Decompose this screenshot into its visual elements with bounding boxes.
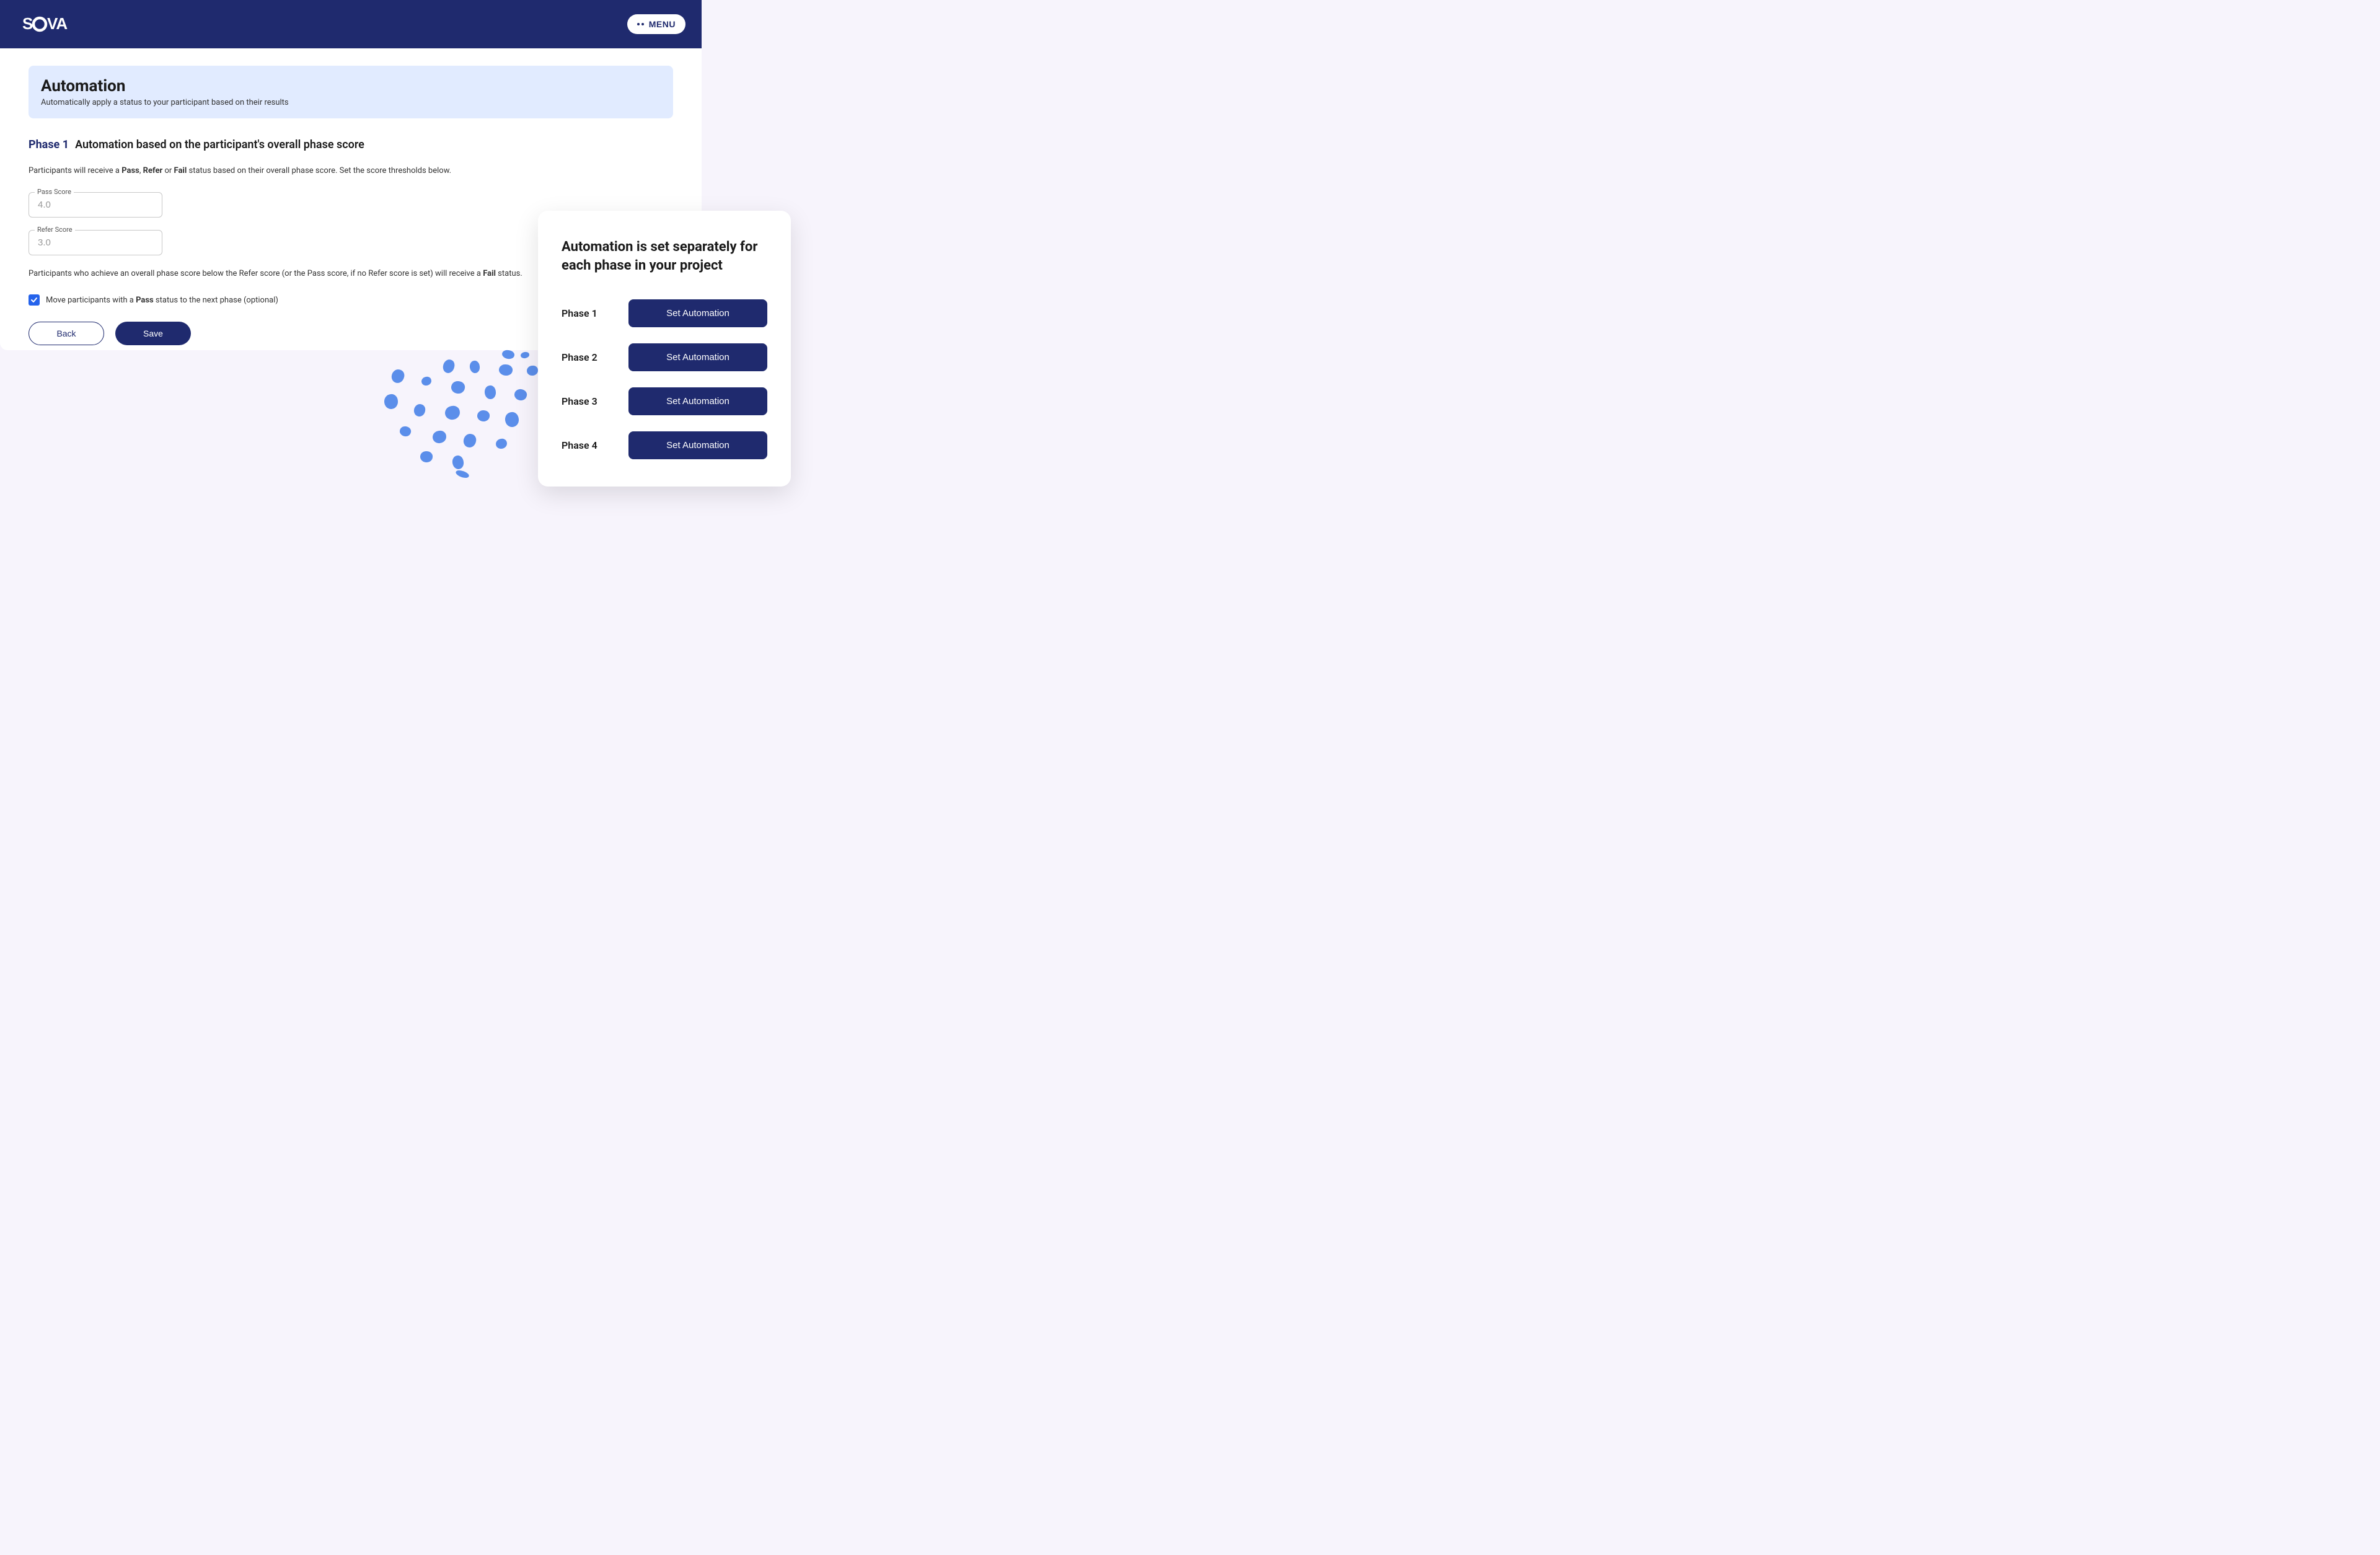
svg-text:VA: VA — [47, 15, 68, 33]
phase-row: Phase 4 Set Automation — [562, 431, 767, 459]
phase-row-label: Phase 2 — [562, 351, 597, 363]
page-title: Automation — [41, 77, 661, 95]
set-automation-button[interactable]: Set Automation — [628, 343, 767, 371]
move-participants-label: Move participants with a Pass status to … — [46, 296, 278, 305]
set-automation-button[interactable]: Set Automation — [628, 387, 767, 415]
set-automation-button[interactable]: Set Automation — [628, 431, 767, 459]
set-automation-button[interactable]: Set Automation — [628, 299, 767, 327]
card-heading: Automation is set separately for each ph… — [562, 238, 767, 275]
page-banner: Automation Automatically apply a status … — [29, 66, 673, 118]
phase-row-label: Phase 3 — [562, 395, 597, 407]
move-participants-checkbox[interactable] — [29, 294, 40, 306]
pass-score-label: Pass Score — [35, 188, 74, 196]
back-button[interactable]: Back — [29, 322, 104, 345]
pass-score-input[interactable] — [29, 192, 162, 218]
logo: S VA — [22, 15, 86, 33]
menu-button[interactable]: MENU — [627, 14, 685, 34]
section-heading: Phase 1 Automation based on the participa… — [29, 138, 673, 151]
phase-row: Phase 1 Set Automation — [562, 299, 767, 327]
menu-dots-icon — [637, 23, 644, 25]
refer-score-label: Refer Score — [35, 226, 75, 234]
intro-text: Participants will receive a Pass, Refer … — [29, 165, 673, 177]
refer-score-field: Refer Score — [29, 230, 162, 255]
decorative-blobs — [366, 347, 552, 496]
page-container: S VA MENU Automation Automatically apply… — [0, 0, 818, 528]
phase-row-label: Phase 4 — [562, 439, 597, 451]
page-subtitle: Automatically apply a status to your par… — [41, 98, 661, 107]
phase-label: Phase 1 — [29, 138, 69, 151]
logo-icon: S VA — [22, 15, 86, 33]
menu-label: MENU — [649, 19, 676, 29]
section-title-text: Automation based on the participant's ov… — [75, 138, 364, 151]
phase-automation-card: Automation is set separately for each ph… — [538, 211, 791, 487]
check-icon — [30, 296, 38, 304]
phase-row: Phase 3 Set Automation — [562, 387, 767, 415]
refer-score-input[interactable] — [29, 230, 162, 255]
pass-score-field: Pass Score — [29, 192, 162, 218]
phase-row-label: Phase 1 — [562, 307, 597, 319]
phase-row: Phase 2 Set Automation — [562, 343, 767, 371]
top-bar: S VA MENU — [0, 0, 702, 48]
svg-text:S: S — [22, 15, 33, 33]
save-button[interactable]: Save — [115, 322, 191, 345]
